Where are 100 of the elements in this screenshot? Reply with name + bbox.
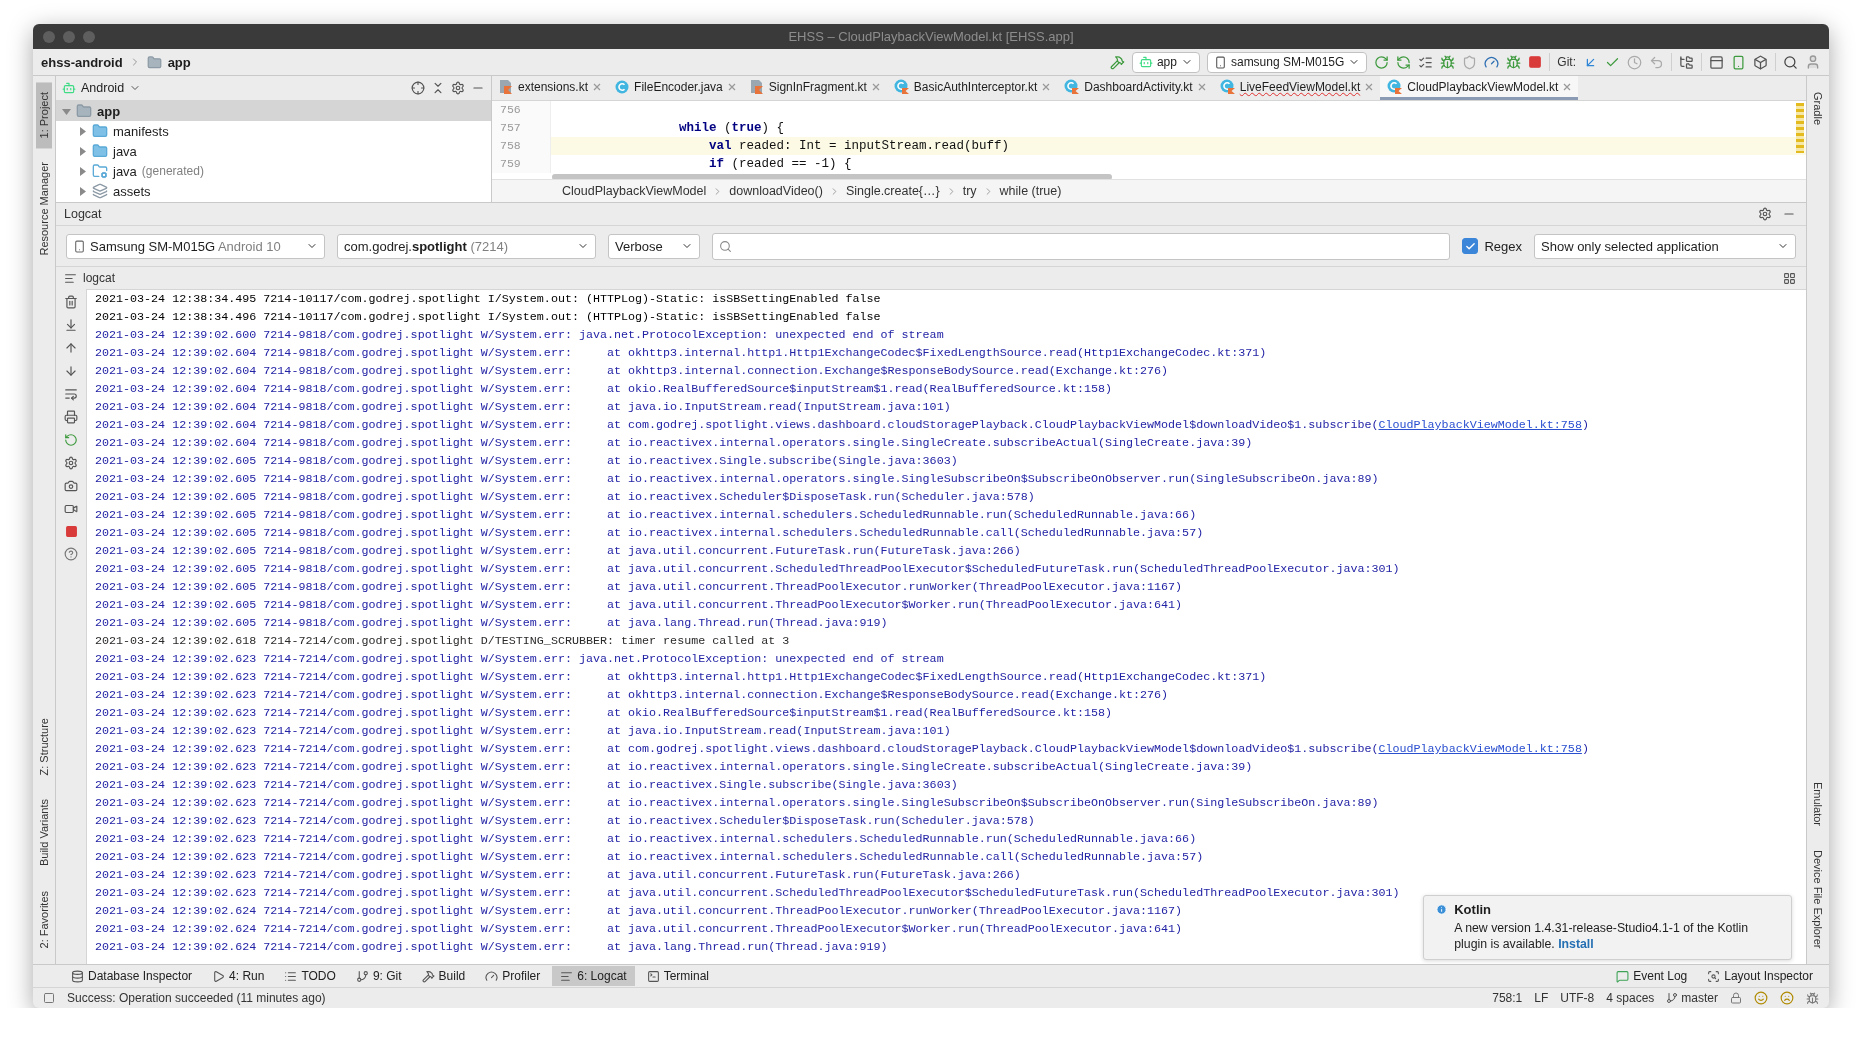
tool-window-button[interactable]: Build (413, 966, 474, 986)
tree-item[interactable]: app (56, 101, 491, 121)
tree-item[interactable]: java (56, 141, 491, 161)
minimize-light[interactable] (63, 30, 75, 43)
tool-window-tab[interactable]: Emulator (1810, 771, 1826, 836)
tool-window-button[interactable]: 6: Logcat (552, 966, 635, 986)
list-icon[interactable] (1418, 54, 1434, 70)
smile-icon[interactable] (1754, 991, 1768, 1005)
tool-window-tab[interactable]: Z: Structure (36, 708, 52, 786)
restart-icon[interactable] (64, 433, 78, 447)
line-separator[interactable]: LF (1534, 991, 1549, 1005)
caret-position[interactable]: 758:1 (1492, 991, 1523, 1005)
close-icon[interactable] (593, 82, 602, 91)
settings-icon[interactable] (1758, 207, 1772, 221)
editor-tab[interactable]: FileEncoder.java (608, 76, 743, 100)
close-icon[interactable] (1365, 82, 1374, 91)
locate-icon[interactable] (411, 81, 425, 95)
device-dropdown[interactable]: Samsung SM-M015G Android 10 (66, 233, 325, 259)
tree-item[interactable]: java (generated) (56, 161, 491, 181)
run-config-dropdown[interactable]: app (1131, 51, 1200, 73)
video-icon[interactable] (64, 502, 78, 516)
tool-window-tab[interactable]: 1: Project (36, 82, 52, 149)
install-link[interactable]: Install (1558, 937, 1594, 951)
bug-icon[interactable] (1806, 991, 1819, 1005)
search-icon[interactable] (1783, 54, 1798, 70)
rollback-icon[interactable] (1649, 54, 1664, 70)
device-dropdown[interactable]: samsung SM-M015G (1206, 51, 1368, 73)
log-level-dropdown[interactable]: Verbose (608, 233, 700, 259)
indent-setting[interactable]: 4 spaces (1606, 991, 1655, 1005)
project-view-dropdown[interactable]: Android (62, 81, 142, 95)
tool-window-button[interactable]: Profiler (477, 966, 549, 986)
panel-icon[interactable] (1709, 54, 1724, 70)
tool-window-button[interactable]: TODO (276, 966, 344, 986)
close-icon[interactable] (871, 82, 880, 91)
scroll-to-end-icon[interactable] (64, 318, 78, 332)
tool-window-tab[interactable]: Resource Manager (36, 152, 52, 267)
editor-tab[interactable]: CloudPlaybackViewModel.kt (1380, 76, 1579, 100)
scrollbar-thumb[interactable] (552, 174, 1112, 179)
git-branch[interactable]: master (1666, 991, 1718, 1005)
collapse-icon[interactable] (431, 81, 445, 95)
rerun-icon[interactable] (1374, 54, 1390, 70)
tool-window-button[interactable]: 4: Run (204, 966, 273, 986)
file-encoding[interactable]: UTF-8 (1560, 991, 1595, 1005)
soft-wrap-icon[interactable] (64, 387, 78, 401)
tool-window-tab[interactable]: Build Variants (36, 789, 52, 877)
frown-icon[interactable] (1780, 991, 1794, 1005)
editor-tab[interactable]: DashboardActivity.kt (1057, 76, 1213, 100)
editor-tab[interactable]: SignInFragment.kt (742, 76, 887, 100)
panel-toggle-icon[interactable] (43, 992, 55, 1004)
tool-window-tab[interactable]: Device File Explorer (1810, 839, 1826, 958)
close-icon[interactable] (1563, 82, 1572, 91)
close-icon[interactable] (727, 82, 736, 91)
camera-icon[interactable] (64, 479, 78, 493)
avatar-icon[interactable] (1805, 54, 1821, 70)
apply-changes-icon[interactable] (1396, 54, 1412, 70)
search-field[interactable] (712, 232, 1451, 260)
regex-checkbox[interactable] (1462, 238, 1479, 254)
editor-tab[interactable]: extensions.kt (492, 76, 609, 100)
breadcrumb[interactable]: while (true) (999, 184, 1062, 198)
source-link[interactable]: CloudPlaybackViewModel.kt:758 (1378, 418, 1582, 432)
hammer-icon[interactable] (1109, 54, 1125, 70)
nav-crumb[interactable]: ehss-android (41, 54, 123, 70)
close-light[interactable] (43, 30, 55, 43)
breadcrumb[interactable]: try (962, 184, 977, 198)
stop-icon[interactable] (1528, 55, 1543, 69)
zoom-light[interactable] (83, 30, 95, 43)
close-icon[interactable] (1042, 82, 1051, 91)
settings-icon[interactable] (64, 456, 78, 470)
process-dropdown[interactable]: com.godrej.spotlight (7214) (337, 233, 596, 259)
tree-item[interactable]: assets (56, 181, 491, 201)
trash-icon[interactable] (64, 295, 78, 309)
tool-window-button[interactable]: Event Log (1608, 966, 1696, 986)
breadcrumb[interactable]: downloadVideo() (729, 184, 823, 198)
nav-crumb[interactable]: app (167, 54, 191, 70)
stop-icon[interactable] (64, 525, 78, 538)
tool-window-tab[interactable]: Gradle (1810, 82, 1826, 136)
tree-item[interactable]: manifests (56, 121, 491, 141)
gauge-icon[interactable] (1484, 54, 1500, 70)
breadcrumb[interactable]: Single.create{…} (845, 184, 940, 198)
log-line: 2021-03-24 12:39:02.604 7214-9818/com.godrej.spotlight W/System.err: at okhttp3.internal.connection.Exchange$ResponseBodySource.read(Exchange.kt:276) (95, 363, 1169, 380)
device-manager-icon[interactable] (1731, 54, 1746, 70)
source-link[interactable]: CloudPlaybackViewModel.kt:758 (1378, 742, 1582, 756)
editor-tab[interactable]: BasicAuthInterceptor.kt (886, 76, 1058, 100)
close-icon[interactable] (1197, 82, 1206, 91)
history-icon[interactable] (1627, 54, 1642, 70)
tool-window-tab[interactable]: 2: Favorites (36, 880, 52, 958)
lock-icon[interactable] (1730, 992, 1742, 1004)
breadcrumb[interactable]: CloudPlaybackViewModel (562, 184, 707, 198)
help-icon[interactable] (64, 547, 78, 561)
tool-window-button[interactable]: Layout Inspector (1699, 966, 1821, 986)
tool-window-button[interactable]: Terminal (638, 966, 717, 986)
tool-window-button[interactable]: Database Inspector (63, 966, 201, 986)
settings-icon[interactable] (451, 81, 465, 95)
printer-icon[interactable] (64, 410, 78, 424)
tool-window-button[interactable]: 9: Git (347, 966, 410, 986)
layout-icon[interactable] (1783, 271, 1796, 285)
editor-tab[interactable]: LiveFeedViewModel.kt (1212, 76, 1381, 100)
debug-icon[interactable] (1440, 54, 1456, 70)
filter-dropdown[interactable]: Show only selected application (1534, 233, 1796, 259)
kotlin-file-icon (499, 79, 513, 94)
